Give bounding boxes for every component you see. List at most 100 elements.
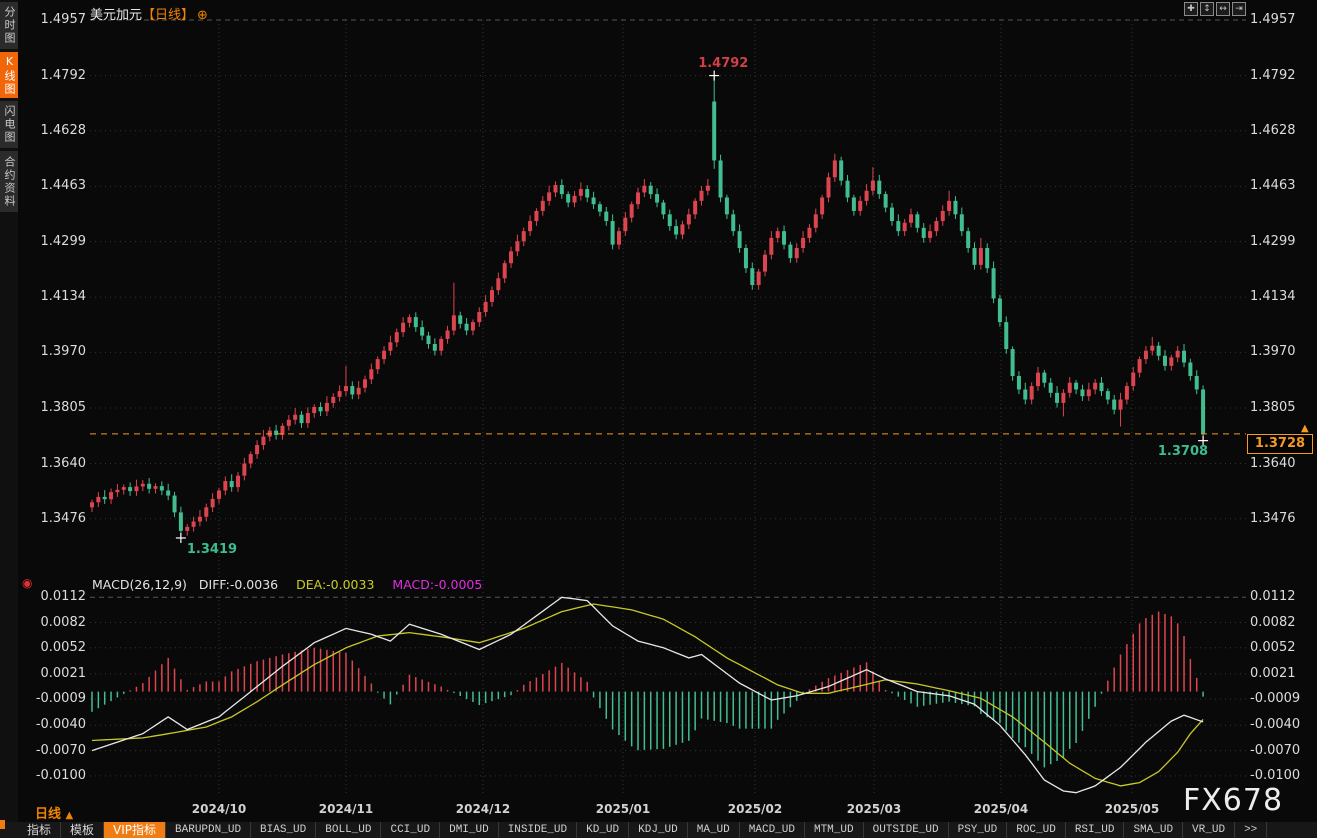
candle-body <box>376 359 380 369</box>
candle-body <box>312 407 316 413</box>
candle-body <box>1093 383 1097 390</box>
sidebar-tab-kline[interactable]: K线图 <box>0 52 18 98</box>
footer-item-macd_ud[interactable]: MACD_UD <box>740 822 805 838</box>
x-axis-label: 2025/01 <box>596 802 650 816</box>
candle-body <box>490 290 494 302</box>
footer-item-ma_ud[interactable]: MA_UD <box>688 822 740 838</box>
footer-item--[interactable]: 指标 <box>18 822 61 838</box>
macd-tick-label: 0.0052 <box>1250 640 1296 655</box>
candle-body <box>382 351 386 359</box>
candle-body <box>630 204 634 217</box>
candle-body <box>966 231 970 248</box>
footer-item-mtm_ud[interactable]: MTM_UD <box>805 822 864 838</box>
price-alert-icon[interactable]: ▲ <box>1301 423 1309 434</box>
candle-body <box>852 197 856 210</box>
candle-body <box>712 102 716 161</box>
candle-body <box>1049 383 1053 393</box>
candle-body <box>661 203 665 215</box>
candle-body <box>1061 393 1065 403</box>
candle-body <box>719 160 723 197</box>
candle-body <box>515 241 519 251</box>
macd-tick-label: -0.0100 <box>28 768 86 783</box>
candle-body <box>953 201 957 214</box>
footer-corner-marker <box>0 820 5 829</box>
macd-tick-label: -0.0070 <box>1250 743 1300 758</box>
candle-body <box>185 527 189 531</box>
pan-icon[interactable]: ✚ <box>1184 2 1198 16</box>
candle-body <box>1080 389 1084 396</box>
period-tag[interactable]: 【日线】 <box>142 8 194 23</box>
price-tick-label: 1.4792 <box>28 68 86 83</box>
candle-body <box>1112 400 1116 410</box>
macd-tick-label: -0.0100 <box>1250 768 1300 783</box>
macd-dea-value: DEA:-0.0033 <box>296 577 374 592</box>
candle-body <box>1087 389 1091 396</box>
macd-tick-label: 0.0112 <box>1250 589 1296 604</box>
price-tick-label: 1.3970 <box>1250 344 1296 359</box>
macd-settings-icon[interactable]: ◉ <box>22 576 32 590</box>
candle-body <box>249 454 253 463</box>
add-indicator-icon[interactable]: ⊕ <box>197 8 208 23</box>
footer-item-boll_ud[interactable]: BOLL_UD <box>316 822 381 838</box>
sidebar-tab-timeline[interactable]: 分时图 <box>0 2 18 49</box>
candle-body <box>534 211 538 221</box>
candle-body <box>649 186 653 194</box>
x-axis-label: 2024/12 <box>456 802 510 816</box>
candle-body <box>306 413 310 423</box>
footer-item-kd_ud[interactable]: KD_UD <box>577 822 629 838</box>
macd-header: MACD(26,12,9) DIFF:-0.0036 DEA:-0.0033 M… <box>92 577 482 592</box>
candle-body <box>528 221 532 231</box>
footer-item-rsi_ud[interactable]: RSI_UD <box>1066 822 1125 838</box>
go-latest-icon[interactable]: ⇥ <box>1232 2 1246 16</box>
scale-x-icon[interactable]: ↔ <box>1216 2 1230 16</box>
footer-item-kdj_ud[interactable]: KDJ_UD <box>629 822 688 838</box>
price-tick-label: 1.4299 <box>1250 234 1296 249</box>
price-tick-label: 1.4628 <box>1250 123 1296 138</box>
candle-body <box>496 278 500 290</box>
footer-item--[interactable]: 模板 <box>61 822 104 838</box>
current-price-badge: 1.3728 <box>1247 434 1313 454</box>
footer-item-outside_ud[interactable]: OUTSIDE_UD <box>864 822 949 838</box>
candle-body <box>973 248 977 265</box>
candle-body <box>179 512 183 531</box>
candle-body <box>236 476 240 487</box>
sidebar-tab-contract-info[interactable]: 合约资料 <box>0 151 18 212</box>
candle-body <box>807 228 811 238</box>
footer-item--[interactable]: >> <box>1235 822 1267 838</box>
footer-item-inside_ud[interactable]: INSIDE_UD <box>499 822 577 838</box>
price-tick-label: 1.4792 <box>1250 68 1296 83</box>
scale-y-icon[interactable]: ↕ <box>1200 2 1214 16</box>
candle-body <box>255 445 259 454</box>
footer-item-sma_ud[interactable]: SMA_UD <box>1124 822 1183 838</box>
sidebar-tab-lightning[interactable]: 闪电图 <box>0 101 18 148</box>
x-axis-label: 2025/05 <box>1105 802 1159 816</box>
footer-item-bias_ud[interactable]: BIAS_UD <box>251 822 316 838</box>
footer-item-dmi_ud[interactable]: DMI_UD <box>440 822 499 838</box>
footer-item-barupdn_ud[interactable]: BARUPDN_UD <box>166 822 251 838</box>
candle-body <box>503 263 507 278</box>
x-axis-label: 2025/02 <box>728 802 782 816</box>
price-tick-label: 1.3476 <box>1250 511 1296 526</box>
price-tick-label: 1.4134 <box>1250 289 1296 304</box>
footer-item-psy_ud[interactable]: PSY_UD <box>949 822 1008 838</box>
candle-body <box>1106 391 1110 399</box>
candle-body <box>293 415 297 420</box>
candle-body <box>623 218 627 231</box>
footer-item-roc_ud[interactable]: ROC_UD <box>1007 822 1066 838</box>
candle-body <box>1157 346 1161 356</box>
footer-item-cci_ud[interactable]: CCI_UD <box>381 822 440 838</box>
x-axis-label: 2024/11 <box>319 802 373 816</box>
candle-body <box>903 223 907 231</box>
candle-body <box>420 327 424 335</box>
footer-item-vip-[interactable]: VIP指标 <box>104 822 166 838</box>
chart-canvas[interactable] <box>0 0 1317 822</box>
candle-body <box>458 315 462 323</box>
footer-item-vr_ud[interactable]: VR_UD <box>1183 822 1235 838</box>
period-arrow-icon: ▲ <box>66 810 74 821</box>
macd-tick-label: -0.0009 <box>1250 691 1300 706</box>
period-selector[interactable]: 日线 ▲ <box>35 803 73 822</box>
candle-body <box>795 248 799 258</box>
chart-controls: ✚ ↕ ↔ ⇥ <box>1184 2 1246 16</box>
price-tick-label: 1.4628 <box>28 123 86 138</box>
candle-body <box>1201 389 1205 433</box>
